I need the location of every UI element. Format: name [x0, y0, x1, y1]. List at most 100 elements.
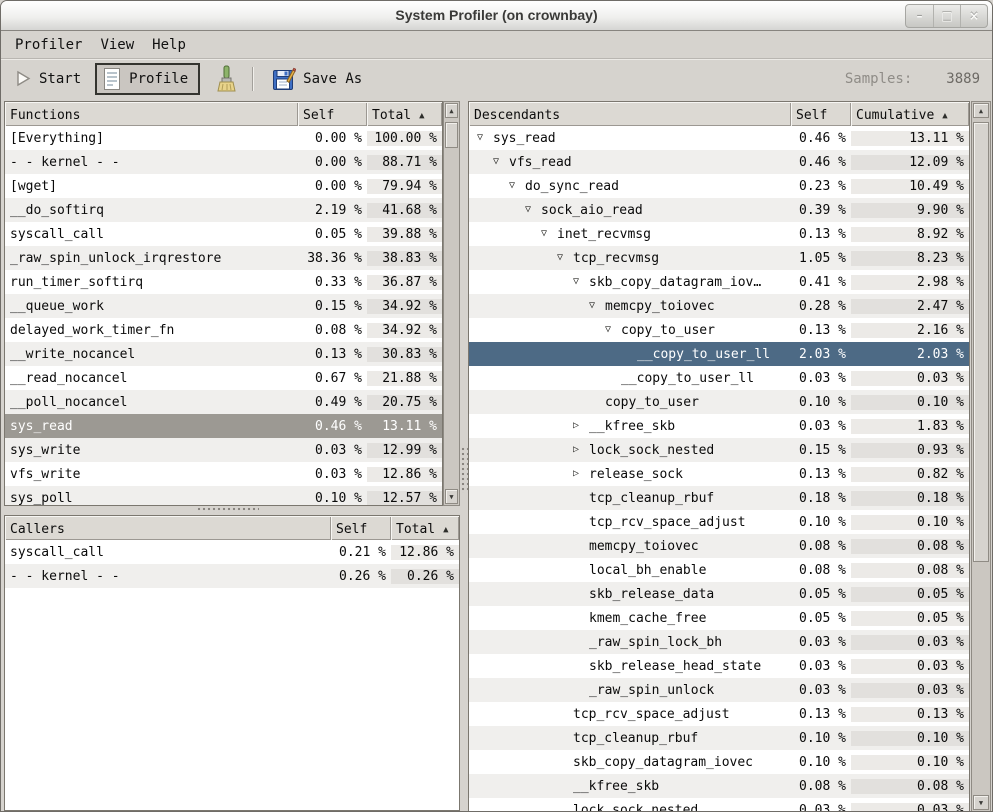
expander-open-icon[interactable]: ▽: [525, 205, 541, 215]
row-name-cell: lock_sock_nested: [469, 803, 791, 812]
table-row[interactable]: ▽copy_to_user0.13 %2.16 %: [469, 318, 969, 342]
expander-closed-icon[interactable]: ▷: [573, 469, 589, 479]
expander-open-icon[interactable]: ▽: [509, 181, 525, 191]
horizontal-splitter-grip[interactable]: [197, 507, 259, 513]
table-row[interactable]: run_timer_softirq0.33 %36.87 %: [5, 270, 442, 294]
table-row[interactable]: __do_softirq2.19 %41.68 %: [5, 198, 442, 222]
expander-open-icon[interactable]: ▽: [493, 157, 509, 167]
expander-open-icon[interactable]: ▽: [573, 277, 589, 287]
table-row[interactable]: ▽memcpy_toiovec0.28 %2.47 %: [469, 294, 969, 318]
scroll-up-button[interactable]: ▲: [445, 103, 458, 118]
table-row[interactable]: - - kernel - -0.26 %0.26 %: [5, 564, 459, 588]
table-row[interactable]: __write_nocancel0.13 %30.83 %: [5, 342, 442, 366]
table-row[interactable]: lock_sock_nested0.03 %0.03 %: [469, 798, 969, 812]
total-column-header[interactable]: Total ▲: [367, 102, 442, 126]
function-name: vfs_write: [10, 467, 80, 482]
functions-scrollbar[interactable]: ▲ ▼: [443, 101, 460, 506]
table-row[interactable]: _raw_spin_unlock0.03 %0.03 %: [469, 678, 969, 702]
table-row[interactable]: skb_release_head_state0.03 %0.03 %: [469, 654, 969, 678]
sort-ascending-icon: ▲: [942, 111, 947, 121]
table-row[interactable]: ▽do_sync_read0.23 %10.49 %: [469, 174, 969, 198]
save-as-button[interactable]: Save As: [264, 63, 370, 95]
table-row[interactable]: skb_release_data0.05 %0.05 %: [469, 582, 969, 606]
functions-column-header[interactable]: Functions: [5, 102, 298, 126]
table-row[interactable]: ▽sys_read0.46 %13.11 %: [469, 126, 969, 150]
callers-column-header[interactable]: Callers: [5, 516, 331, 540]
table-row[interactable]: tcp_rcv_space_adjust0.10 %0.10 %: [469, 510, 969, 534]
total-column-header[interactable]: Total ▲: [391, 516, 459, 540]
table-row[interactable]: tcp_cleanup_rbuf0.18 %0.18 %: [469, 486, 969, 510]
table-row[interactable]: ▽skb_copy_datagram_iov…0.41 %2.98 %: [469, 270, 969, 294]
total-percent-cell: 38.83 %: [367, 251, 442, 266]
self-column-header[interactable]: Self: [298, 102, 367, 126]
close-button[interactable]: ×: [960, 5, 987, 27]
start-button[interactable]: Start: [7, 66, 89, 91]
expander-open-icon[interactable]: ▽: [541, 229, 557, 239]
menu-profiler[interactable]: Profiler: [6, 34, 91, 56]
titlebar[interactable]: System Profiler (on crownbay) – □ ×: [1, 1, 992, 31]
table-row[interactable]: delayed_work_timer_fn0.08 %34.92 %: [5, 318, 442, 342]
table-row[interactable]: [Everything]0.00 %100.00 %: [5, 126, 442, 150]
table-row[interactable]: __copy_to_user_ll0.03 %0.03 %: [469, 366, 969, 390]
total-percent-cell: 2.47 %: [851, 299, 969, 314]
table-row[interactable]: __copy_to_user_ll2.03 %2.03 %: [469, 342, 969, 366]
cumulative-column-header[interactable]: Cumulative ▲: [851, 102, 969, 126]
table-row[interactable]: memcpy_toiovec0.08 %0.08 %: [469, 534, 969, 558]
table-row[interactable]: copy_to_user0.10 %0.10 %: [469, 390, 969, 414]
reset-button[interactable]: [206, 61, 246, 97]
scroll-up-button[interactable]: ▲: [973, 103, 989, 118]
table-row[interactable]: skb_copy_datagram_iovec0.10 %0.10 %: [469, 750, 969, 774]
profile-button[interactable]: Profile: [95, 63, 200, 95]
table-row[interactable]: syscall_call0.05 %39.88 %: [5, 222, 442, 246]
table-row[interactable]: - - kernel - -0.00 %88.71 %: [5, 150, 442, 174]
table-row[interactable]: vfs_write0.03 %12.86 %: [5, 462, 442, 486]
expander-open-icon[interactable]: ▽: [557, 253, 573, 263]
scroll-down-button[interactable]: ▼: [445, 489, 458, 504]
table-row[interactable]: __poll_nocancel0.49 %20.75 %: [5, 390, 442, 414]
table-row[interactable]: _raw_spin_unlock_irqrestore38.36 %38.83 …: [5, 246, 442, 270]
table-row[interactable]: _raw_spin_lock_bh0.03 %0.03 %: [469, 630, 969, 654]
expander-open-icon[interactable]: ▽: [605, 325, 621, 335]
table-row[interactable]: sys_write0.03 %12.99 %: [5, 438, 442, 462]
table-row[interactable]: ▷__kfree_skb0.03 %1.83 %: [469, 414, 969, 438]
maximize-button[interactable]: □: [933, 5, 960, 27]
table-row[interactable]: ▽inet_recvmsg0.13 %8.92 %: [469, 222, 969, 246]
descendants-scrollbar[interactable]: ▲ ▼: [971, 101, 991, 812]
expander-open-icon[interactable]: ▽: [589, 301, 605, 311]
table-row[interactable]: ▽sock_aio_read0.39 %9.90 %: [469, 198, 969, 222]
menu-view[interactable]: View: [91, 34, 143, 56]
table-row[interactable]: __kfree_skb0.08 %0.08 %: [469, 774, 969, 798]
scroll-down-icon: ▼: [979, 799, 983, 807]
scrollbar-thumb[interactable]: [445, 122, 458, 148]
functions-body: [Everything]0.00 %100.00 %- - kernel - -…: [5, 126, 442, 506]
table-row[interactable]: tcp_cleanup_rbuf0.10 %0.10 %: [469, 726, 969, 750]
expander-closed-icon[interactable]: ▷: [573, 421, 589, 431]
table-row[interactable]: sys_read0.46 %13.11 %: [5, 414, 442, 438]
self-column-header[interactable]: Self: [331, 516, 391, 540]
table-row[interactable]: ▷lock_sock_nested0.15 %0.93 %: [469, 438, 969, 462]
table-row[interactable]: syscall_call0.21 %12.86 %: [5, 540, 459, 564]
scroll-down-button[interactable]: ▼: [973, 795, 989, 810]
row-name-cell: copy_to_user: [469, 395, 791, 410]
expander-closed-icon[interactable]: ▷: [573, 445, 589, 455]
table-row[interactable]: __queue_work0.15 %34.92 %: [5, 294, 442, 318]
menu-help[interactable]: Help: [143, 34, 195, 56]
tree-indent: [474, 426, 573, 427]
descendants-column-header[interactable]: Descendants: [469, 102, 791, 126]
self-percent-cell: 0.46 %: [791, 131, 851, 146]
table-row[interactable]: local_bh_enable0.08 %0.08 %: [469, 558, 969, 582]
self-column-header[interactable]: Self: [791, 102, 851, 126]
table-row[interactable]: kmem_cache_free0.05 %0.05 %: [469, 606, 969, 630]
expander-open-icon[interactable]: ▽: [477, 133, 493, 143]
table-row[interactable]: __read_nocancel0.67 %21.88 %: [5, 366, 442, 390]
table-row[interactable]: ▷release_sock0.13 %0.82 %: [469, 462, 969, 486]
scrollbar-thumb[interactable]: [973, 122, 989, 562]
table-row[interactable]: ▽vfs_read0.46 %12.09 %: [469, 150, 969, 174]
table-row[interactable]: ▽tcp_recvmsg1.05 %8.23 %: [469, 246, 969, 270]
table-row[interactable]: sys_poll0.10 %12.57 %: [5, 486, 442, 506]
tree-indent: [474, 642, 573, 643]
vertical-splitter-grip[interactable]: [461, 447, 468, 493]
table-row[interactable]: tcp_rcv_space_adjust0.13 %0.13 %: [469, 702, 969, 726]
table-row[interactable]: [wget]0.00 %79.94 %: [5, 174, 442, 198]
minimize-button[interactable]: –: [906, 5, 933, 27]
